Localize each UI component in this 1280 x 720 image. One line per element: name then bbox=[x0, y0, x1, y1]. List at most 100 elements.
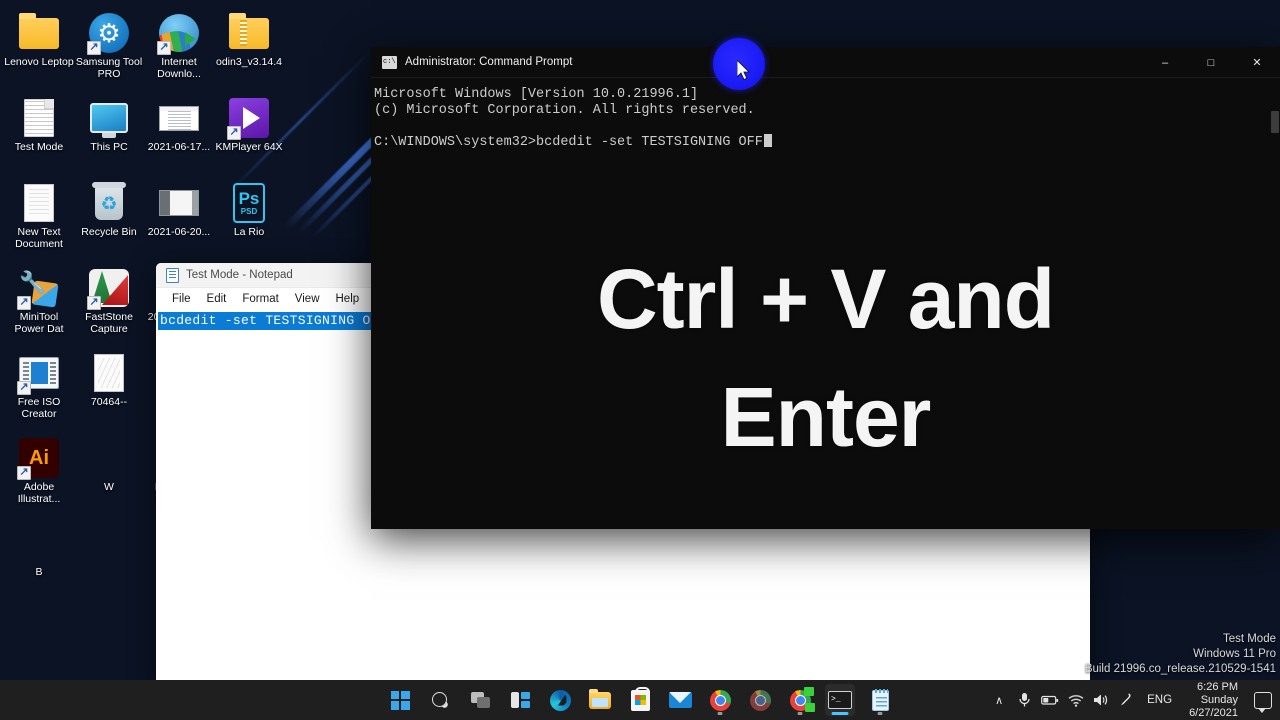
shortcut-arrow-icon bbox=[17, 381, 31, 395]
free-iso-creator-icon bbox=[17, 352, 60, 395]
desktop-icon-label: Internet Downlo... bbox=[157, 56, 201, 80]
desktop-icon-test-mode[interactable]: Test Mode bbox=[4, 91, 74, 176]
minitool-power-data-icon bbox=[17, 267, 60, 310]
shortcut-arrow-icon bbox=[17, 296, 31, 310]
clock-date: 6/27/2021 bbox=[1189, 706, 1238, 719]
desktop-icon-this-pc[interactable]: This PC bbox=[74, 91, 144, 176]
clock[interactable]: 6:26 PM Sunday 6/27/2021 bbox=[1185, 681, 1242, 720]
shortcut-arrow-icon bbox=[87, 41, 101, 55]
clock-day: Sunday bbox=[1200, 693, 1238, 706]
recycle-bin-icon bbox=[88, 182, 130, 224]
desktop-icon-label: Adobe Illustrat... bbox=[17, 481, 61, 505]
shortcut-arrow-icon bbox=[157, 41, 171, 55]
menu-item-edit[interactable]: Edit bbox=[199, 291, 235, 307]
cursor-click-highlight bbox=[713, 38, 765, 90]
desktop-icon-new-text-document[interactable]: New Text Document bbox=[4, 176, 74, 261]
menu-item-help[interactable]: Help bbox=[328, 291, 368, 307]
kmplayer-icon bbox=[227, 97, 270, 140]
watermark-line-1: Test Mode bbox=[1222, 633, 1276, 645]
desktop-icon-label: Recycle Bin bbox=[81, 226, 137, 238]
cmd-scrollbar[interactable] bbox=[1270, 109, 1280, 529]
desktop-icon-label: 2021-06-20... bbox=[147, 226, 211, 238]
desktop-icon-internet-downlo[interactable]: Internet Downlo... bbox=[144, 6, 214, 91]
volume-icon[interactable] bbox=[1093, 686, 1109, 714]
cmd-line: Microsoft Windows [Version 10.0.21996.1] bbox=[374, 87, 699, 102]
desktop-icon-label: Lenovo Leptop bbox=[4, 56, 74, 68]
command-prompt-window[interactable]: Administrator: Command Prompt – □ ✕ Micr… bbox=[371, 47, 1280, 529]
command-prompt-title-bar[interactable]: Administrator: Command Prompt – □ ✕ bbox=[371, 47, 1280, 78]
taskbar-running-indicator bbox=[831, 712, 849, 715]
google-chrome-button[interactable] bbox=[705, 684, 735, 716]
close-button[interactable]: ✕ bbox=[1234, 47, 1280, 78]
task-view-button[interactable] bbox=[465, 684, 495, 716]
widgets-button[interactable] bbox=[505, 684, 535, 716]
desktop-icon-kmplayer-64x[interactable]: KMPlayer 64X bbox=[214, 91, 284, 176]
mail-button[interactable] bbox=[665, 684, 695, 716]
desktop-icon-70464[interactable]: 70464-- bbox=[74, 346, 144, 431]
samsung-tool-pro-icon bbox=[87, 12, 130, 55]
microsoft-edge-button[interactable] bbox=[545, 684, 575, 716]
faststone-capture-icon bbox=[87, 267, 130, 310]
system-tray: ∧ ENG 6:26 PM Sunday 6/27/2021 bbox=[991, 680, 1272, 720]
notepad-selected-text[interactable]: bcdedit -set TESTSIGNING OFF bbox=[158, 312, 389, 330]
notification-icon[interactable] bbox=[1254, 691, 1272, 713]
desktop-icon-la-rio[interactable]: Ps PSD La Rio bbox=[214, 176, 284, 261]
microphone-icon[interactable] bbox=[1016, 686, 1032, 714]
taskbar[interactable]: ∧ ENG 6:26 PM Sunday 6/27/2021 bbox=[0, 680, 1280, 720]
desktop-icon-label: KMPlayer 64X bbox=[215, 141, 283, 153]
folder-icon bbox=[18, 12, 60, 54]
command-prompt-output[interactable]: Microsoft Windows [Version 10.0.21996.1]… bbox=[371, 78, 1280, 529]
desktop-icon-recycle-bin[interactable]: Recycle Bin bbox=[74, 176, 144, 261]
battery-icon[interactable] bbox=[1041, 686, 1059, 714]
menu-item-format[interactable]: Format bbox=[234, 291, 286, 307]
minimize-button[interactable]: – bbox=[1142, 47, 1188, 78]
taskbar-running-indicator bbox=[877, 712, 883, 715]
file-explorer-button[interactable] bbox=[585, 684, 615, 716]
chrome-window-button[interactable] bbox=[745, 684, 775, 716]
desktop-icon-label: Samsung Tool PRO bbox=[75, 56, 143, 80]
maximize-button[interactable]: □ bbox=[1188, 47, 1234, 78]
desktop-icon-2021-06-20[interactable]: 2021-06-20... bbox=[144, 176, 214, 261]
cmd-scrollbar-thumb[interactable] bbox=[1271, 111, 1279, 133]
desktop-icon-minitool-power-dat[interactable]: MiniTool Power Dat bbox=[4, 261, 74, 346]
desktop-icon-samsung-tool-pro[interactable]: Samsung Tool PRO bbox=[74, 6, 144, 91]
notepad-button[interactable] bbox=[865, 684, 895, 716]
desktop-icon-label: W bbox=[104, 481, 114, 493]
desktop-icon-b[interactable]: B bbox=[4, 516, 74, 601]
cmd-line: (c) Microsoft Corporation. All rights re… bbox=[374, 102, 755, 118]
desktop-icon-2021-06-17[interactable]: 2021-06-17... bbox=[144, 91, 214, 176]
shortcut-arrow-icon bbox=[227, 126, 241, 140]
desktop-icon-w[interactable]: W bbox=[74, 431, 144, 516]
shortcut-arrow-icon bbox=[17, 466, 31, 480]
scanned-document-icon bbox=[88, 352, 130, 394]
chrome-extension-button[interactable] bbox=[785, 684, 815, 716]
pen-icon[interactable] bbox=[1118, 686, 1134, 714]
start-button[interactable] bbox=[385, 684, 415, 716]
language-indicator[interactable]: ENG bbox=[1143, 694, 1176, 706]
desktop-icon-odin3-v3-14-4[interactable]: odin3_v3.14.4 bbox=[214, 6, 284, 91]
hidden-icon bbox=[88, 437, 130, 479]
desktop-icon-label: 70464-- bbox=[90, 396, 128, 408]
cmd-blank-line bbox=[373, 118, 1280, 134]
watermark-line-3: Build 21996.co_release.210529-1541 bbox=[1084, 663, 1276, 675]
desktop-icon-adobe-illustrat[interactable]: Adobe Illustrat... bbox=[4, 431, 74, 516]
show-hidden-icons-icon[interactable]: ∧ bbox=[991, 686, 1007, 714]
microsoft-store-button[interactable] bbox=[625, 684, 655, 716]
search-button[interactable] bbox=[425, 684, 455, 716]
notepad-icon bbox=[166, 267, 179, 283]
desktop-icon-label: Free ISO Creator bbox=[17, 396, 61, 420]
desktop-icon-label: 2021-06-17... bbox=[147, 141, 211, 153]
text-document-icon bbox=[18, 97, 60, 139]
menu-item-file[interactable]: File bbox=[164, 291, 199, 307]
wifi-icon[interactable] bbox=[1068, 686, 1084, 714]
command-prompt-button[interactable] bbox=[825, 684, 855, 716]
cmd-command-text: C:\WINDOWS\system32>bcdedit -set TESTSIG… bbox=[374, 134, 763, 150]
cmd-prompt-line: C:\WINDOWS\system32>bcdedit -set TESTSIG… bbox=[373, 133, 1280, 151]
desktop-icon-free-iso-creator[interactable]: Free ISO Creator bbox=[4, 346, 74, 431]
text-document-icon bbox=[18, 182, 60, 224]
menu-item-view[interactable]: View bbox=[287, 291, 328, 307]
text-caret bbox=[763, 133, 772, 147]
desktop-icon-faststone-capture[interactable]: FastStone Capture bbox=[74, 261, 144, 346]
clock-time: 6:26 PM bbox=[1197, 680, 1238, 693]
desktop-icon-lenovo-leptop[interactable]: Lenovo Leptop bbox=[4, 6, 74, 91]
